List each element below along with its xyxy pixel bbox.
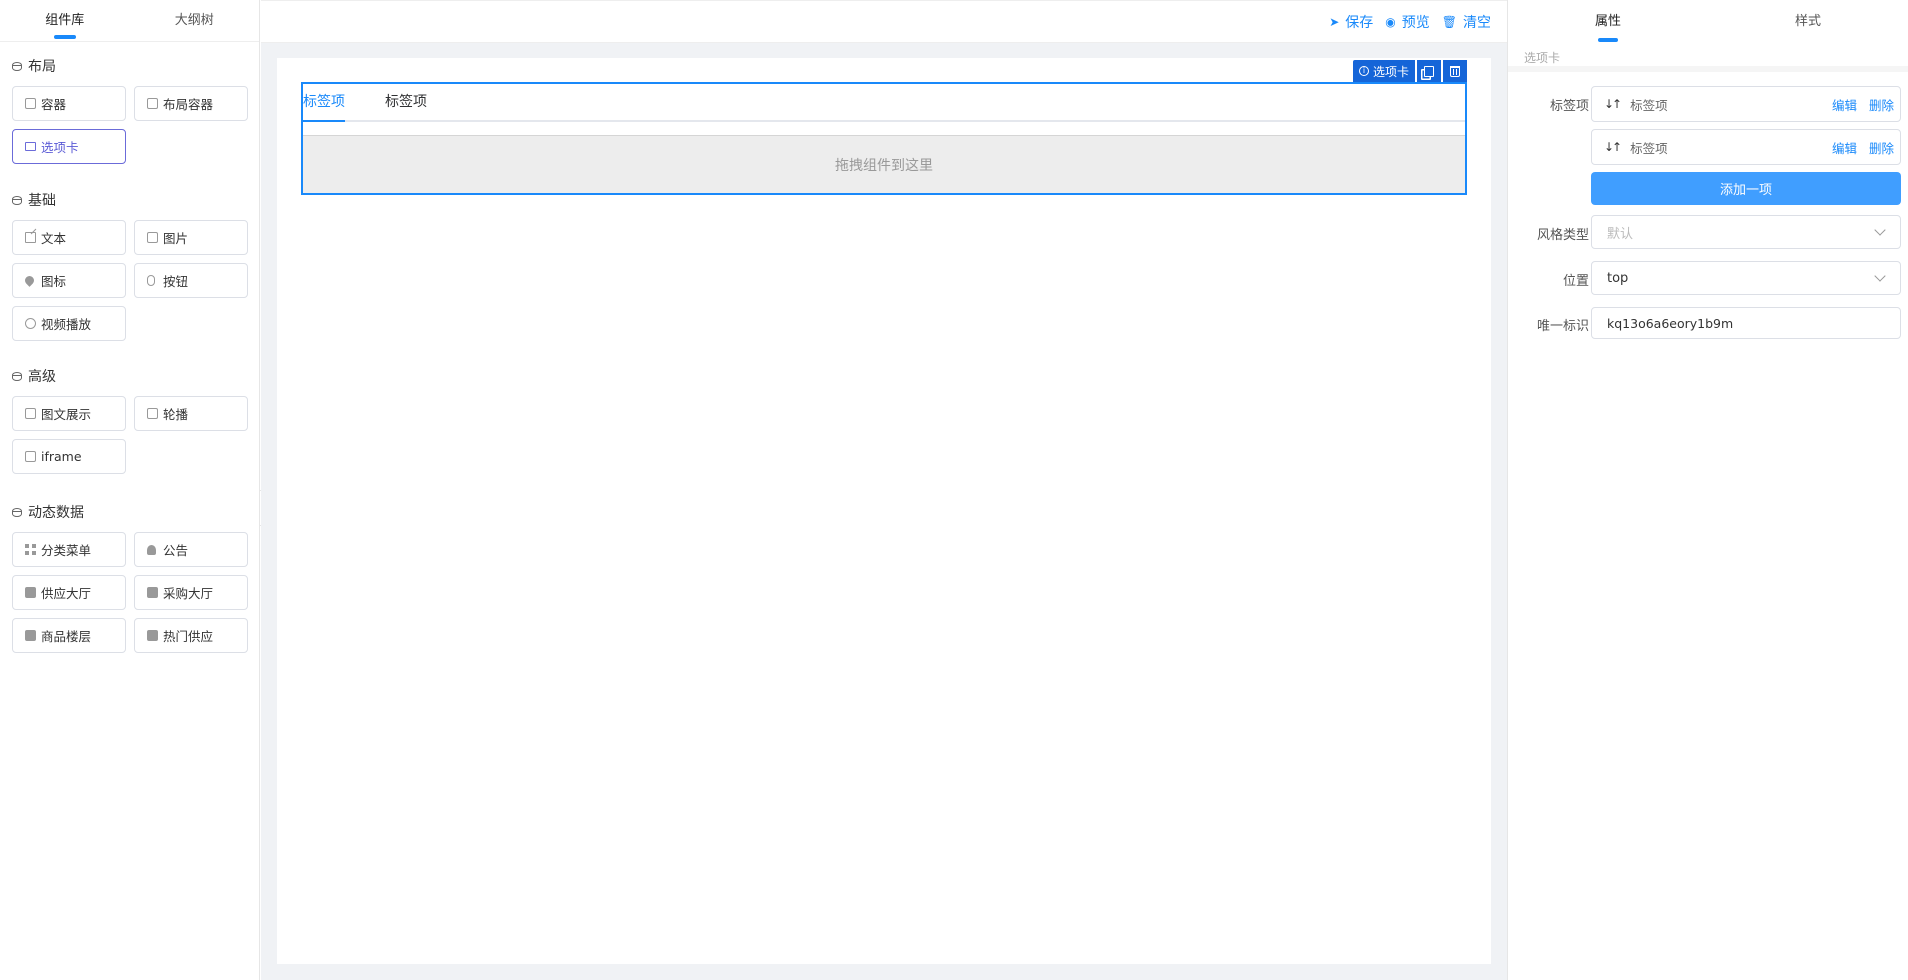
clear-button[interactable]: 🗑 清空 — [1442, 12, 1491, 32]
component-layout-container[interactable]: 布局容器 — [134, 86, 248, 121]
group-dynamic-data: 动态数据 分类菜单 公告 供应大厅 采购大厅 商品楼层 热门供应 — [12, 502, 250, 653]
play-icon — [25, 318, 36, 329]
clipboard-icon — [25, 587, 36, 598]
component-video[interactable]: 视频播放 — [12, 306, 126, 341]
component-carousel[interactable]: 轮播 — [134, 396, 248, 431]
tab-outline-tree[interactable]: 大纲树 — [130, 0, 260, 41]
iframe-icon — [25, 451, 36, 462]
mouse-icon — [147, 275, 155, 286]
tab-component-library[interactable]: 组件库 — [0, 0, 130, 41]
layout-container-icon — [147, 98, 158, 109]
group-title: 布局 — [28, 59, 56, 75]
database-icon — [12, 507, 22, 517]
delete-tab-item-button[interactable]: 删除 — [1869, 95, 1894, 114]
database-icon — [12, 371, 22, 381]
component-button[interactable]: 按钮 — [134, 263, 248, 298]
position-label: 位置 — [1562, 274, 1589, 289]
selected-component-name: 选项卡 — [1508, 44, 1908, 72]
component-icon[interactable]: 图标 — [12, 263, 126, 298]
component-supply-hall[interactable]: 供应大厅 — [12, 575, 126, 610]
edit-tab-item-button[interactable]: 编辑 — [1832, 138, 1857, 157]
component-tabs-bar: 标签项 标签项 — [303, 84, 1465, 122]
grid-icon — [25, 544, 36, 555]
printer-icon — [147, 630, 158, 641]
copy-component-button[interactable] — [1417, 60, 1441, 82]
tab-item-2: ↓↑ 标签项 编辑 删除 — [1591, 129, 1901, 165]
component-announcement[interactable]: 公告 — [134, 532, 248, 567]
component-iframe[interactable]: iframe — [12, 439, 126, 474]
tab-item-1: ↓↑ 标签项 编辑 删除 — [1591, 86, 1901, 122]
position-select[interactable]: top — [1591, 261, 1901, 295]
group-title: 基础 — [28, 193, 56, 209]
sort-icon[interactable]: ↓↑ — [1604, 97, 1622, 111]
right-panel-tabs: 属性 样式 — [1508, 0, 1908, 44]
properties-panel: 属性 样式 选项卡 标签项 ↓↑ 标签项 编辑 删除 ↓↑ 标签项 编辑 删除 … — [1507, 0, 1908, 980]
component-container[interactable]: 容器 — [12, 86, 126, 121]
tab-items-label: 标签项 — [1549, 99, 1589, 114]
tab-properties[interactable]: 属性 — [1508, 0, 1708, 44]
uid-label: 唯一标识 — [1536, 319, 1589, 334]
component-text[interactable]: 文本 — [12, 220, 126, 255]
component-tab-1[interactable]: 标签项 — [303, 84, 345, 122]
eye-icon: ◉ — [1385, 14, 1396, 29]
component-product-floor[interactable]: 商品楼层 — [12, 618, 126, 653]
selection-toolbar: i 选项卡 — [1352, 60, 1467, 82]
group-layout: 布局 容器 布局容器 选项卡 — [12, 56, 250, 164]
copy-icon — [1424, 65, 1434, 77]
style-type-label: 风格类型 — [1536, 228, 1589, 243]
container-icon — [25, 98, 36, 109]
style-type-select[interactable]: 默认 — [1591, 215, 1901, 249]
shop-icon — [147, 587, 158, 598]
save-button[interactable]: ➤ 保存 — [1329, 12, 1373, 32]
chevron-down-icon — [1874, 224, 1886, 236]
group-basic: 基础 文本 图片 图标 按钮 视频播放 — [12, 190, 250, 341]
component-tabs[interactable]: 选项卡 — [12, 129, 126, 164]
folder-icon — [25, 142, 36, 151]
database-icon — [12, 195, 22, 205]
group-title: 高级 — [28, 369, 56, 385]
info-icon: i — [1358, 66, 1369, 76]
component-image[interactable]: 图片 — [134, 220, 248, 255]
component-hot-supply[interactable]: 热门供应 — [134, 618, 248, 653]
tab-styles[interactable]: 样式 — [1708, 0, 1908, 44]
component-tab-2[interactable]: 标签项 — [385, 84, 427, 120]
add-item-button[interactable]: 添加一项 — [1591, 172, 1901, 205]
left-panel-tabs: 组件库 大纲树 — [0, 0, 259, 42]
chevron-down-icon — [1874, 270, 1886, 282]
component-category-menu[interactable]: 分类菜单 — [12, 532, 126, 567]
preview-button[interactable]: ◉ 预览 — [1385, 12, 1429, 32]
design-canvas[interactable]: i 选项卡 标签项 标签项 拖拽组件到这里 — [277, 58, 1491, 964]
top-toolbar: ➤ 保存 ◉ 预览 🗑 清空 — [261, 0, 1507, 43]
component-purchase-hall[interactable]: 采购大厅 — [134, 575, 248, 610]
group-advanced: 高级 图文展示 轮播 iframe — [12, 366, 250, 474]
delete-component-button[interactable] — [1443, 60, 1467, 82]
image-icon — [147, 232, 158, 243]
uid-input[interactable]: kq13o6a6eory1b9m — [1591, 307, 1901, 339]
delete-tab-item-button[interactable]: 删除 — [1869, 138, 1894, 157]
sort-icon[interactable]: ↓↑ — [1604, 140, 1622, 154]
basket-icon — [25, 630, 36, 641]
component-picture-text[interactable]: 图文展示 — [12, 396, 126, 431]
location-icon — [23, 274, 36, 287]
editor-area: ➤ 保存 ◉ 预览 🗑 清空 i 选项卡 标签项 标签项 拖拽组件到这里 — [261, 0, 1507, 980]
delete-icon — [1450, 65, 1460, 77]
selected-tabs-component[interactable]: i 选项卡 标签项 标签项 拖拽组件到这里 — [301, 60, 1467, 195]
edit-tab-item-button[interactable]: 编辑 — [1832, 95, 1857, 114]
bell-icon — [147, 544, 156, 555]
picture-text-icon — [25, 408, 36, 419]
database-icon — [12, 61, 22, 71]
carousel-icon — [147, 408, 158, 419]
drop-zone[interactable]: 拖拽组件到这里 — [303, 135, 1465, 193]
component-panel: 组件库 大纲树 布局 容器 布局容器 选项卡 基础 文本 图片 图标 按钮 视频… — [0, 0, 260, 980]
trash-icon: 🗑 — [1441, 14, 1457, 29]
selection-label: i 选项卡 — [1352, 60, 1415, 82]
send-icon: ➤ — [1329, 14, 1340, 29]
group-title: 动态数据 — [28, 505, 84, 521]
edit-icon — [25, 232, 36, 243]
